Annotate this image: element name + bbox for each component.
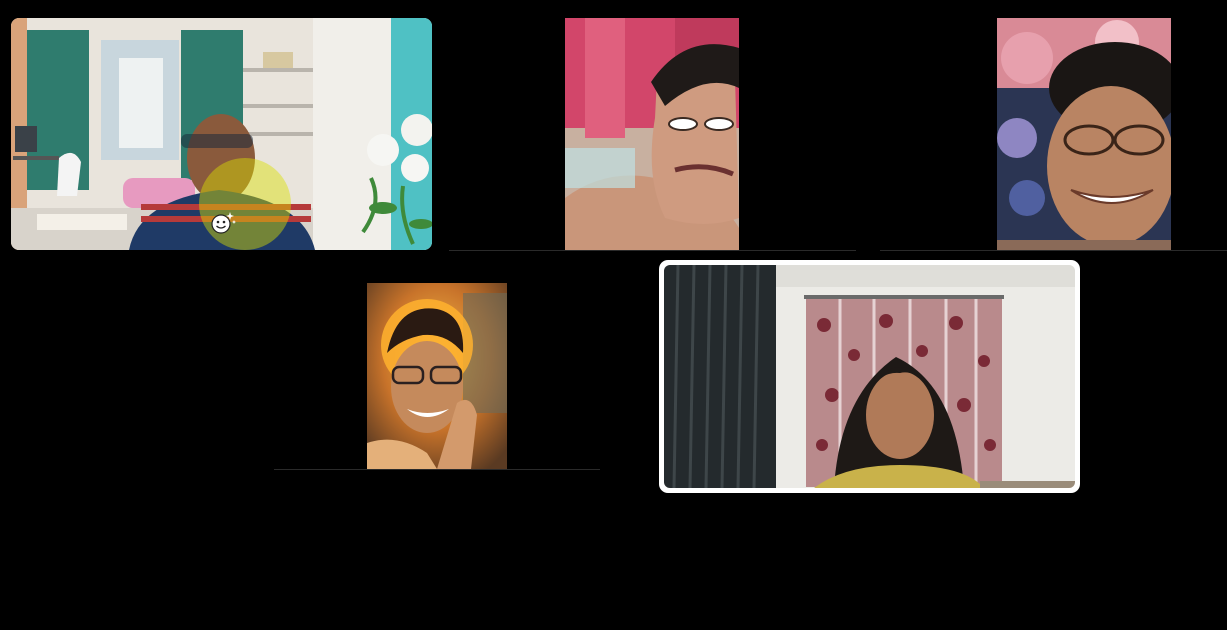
video-tile-participant-4[interactable] [274,283,600,469]
video-tile-participant-5-active-speaker[interactable] [659,260,1080,493]
video-tile-participant-2[interactable] [449,18,856,250]
tile-divider [449,250,856,251]
video-tile-participant-3[interactable] [880,18,1227,250]
video-gallery [0,0,1227,630]
sparkle-smiley-icon [210,210,236,236]
video-feed-participant-3 [997,18,1171,250]
video-feed-participant-5 [664,265,1075,488]
tile-divider [880,250,1227,251]
video-feed-participant-2 [565,18,739,250]
video-feed-participant-4 [367,283,507,469]
video-tile-participant-1[interactable] [11,18,432,250]
tile-divider [274,469,600,470]
